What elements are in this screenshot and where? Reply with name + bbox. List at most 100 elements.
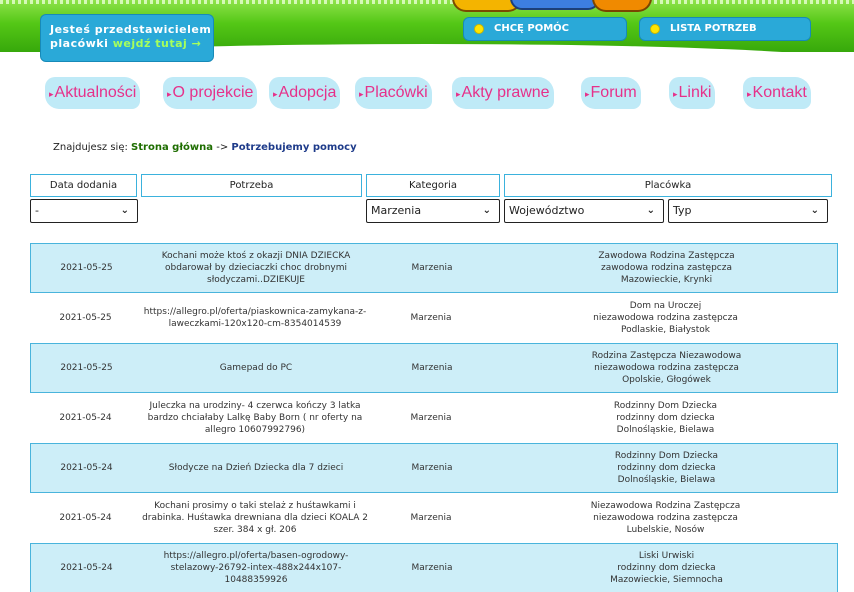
row-need: Kochani prosimy o taki stelaż z huśtawka… xyxy=(142,501,368,535)
want-to-help-label: CHCĘ POMÓC xyxy=(494,23,569,34)
row-facility[interactable]: Dom na Uroczej niezawodowa rodzina zastęp… xyxy=(493,293,838,343)
nav-label: Aktualności xyxy=(54,84,137,101)
row-facility[interactable]: Rodzinny Dom Dziecka rodzinny dom dziecka… xyxy=(493,393,838,443)
region-select-value: Województwo xyxy=(509,204,585,217)
rep-line1: Jesteś przedstawicielem xyxy=(50,23,212,36)
row-category: Marzenia xyxy=(411,563,453,573)
breadcrumb-prefix: Znajdujesz się: xyxy=(53,142,128,153)
row-category: Marzenia xyxy=(410,513,452,523)
facility-name: Niezawodowa Rodzina Zastępcza xyxy=(590,501,741,511)
rep-prefix: placówki xyxy=(50,37,109,50)
yellow-dot-icon xyxy=(474,24,484,34)
row-category: Marzenia xyxy=(410,413,452,423)
nav-label: Adopcja xyxy=(278,84,337,101)
breadcrumb-separator: -> xyxy=(216,142,229,153)
row-date: 2021-05-24 xyxy=(59,413,112,423)
table-row[interactable]: 2021-05-24 https://allegro.pl/oferta/bas… xyxy=(30,543,838,592)
facility-location: Opolskie, Głogówek xyxy=(622,375,711,385)
facility-name: Liski Urwiski xyxy=(638,551,695,561)
nav-item-kontakt[interactable]: ▸Kontakt xyxy=(743,73,811,113)
row-facility[interactable]: Zawodowa Rodzina Zastępcza zawodowa rodzi… xyxy=(494,244,839,292)
want-to-help-button[interactable]: CHCĘ POMÓC xyxy=(463,17,627,41)
row-date: 2021-05-24 xyxy=(59,513,112,523)
representative-login-box[interactable]: Jesteś przedstawicielem placówki wejdź t… xyxy=(40,14,214,62)
facility-location: Dolnośląskie, Bielawa xyxy=(617,475,716,485)
facility-type: niezawodowa rodzina zastępcza xyxy=(593,513,738,523)
needs-list-button[interactable]: LISTA POTRZEB xyxy=(639,17,811,41)
date-select[interactable]: - ⌄ xyxy=(30,199,138,223)
row-facility[interactable]: Rodzina Zastępcza Niezawodowa niezawodowa… xyxy=(494,344,839,392)
facility-name: Dom na Uroczej xyxy=(629,301,702,311)
type-select[interactable]: Typ ⌄ xyxy=(668,199,828,223)
facility-name: Zawodowa Rodzina Zastępcza xyxy=(598,251,735,261)
triangle-icon: ▸ xyxy=(456,89,461,99)
facility-location: Mazowieckie, Siemnocha xyxy=(610,575,723,585)
table-row[interactable]: 2021-05-24 Juleczka na urodziny- 4 czerw… xyxy=(30,393,838,443)
row-facility[interactable]: Niezawodowa Rodzina Zastępcza niezawodowa… xyxy=(493,493,838,543)
nav-label: Kontakt xyxy=(752,84,807,101)
facility-type: niezawodowa rodzina zastępcza xyxy=(593,313,738,323)
chevron-down-icon: ⌄ xyxy=(810,205,819,216)
breadcrumb-home-link[interactable]: Strona główna xyxy=(131,142,213,153)
chevron-down-icon: ⌄ xyxy=(646,205,655,216)
row-date: 2021-05-25 xyxy=(60,263,113,273)
mascot-part xyxy=(592,0,652,12)
table-row[interactable]: 2021-05-25 https://allegro.pl/oferta/pia… xyxy=(30,293,838,343)
date-select-value: - xyxy=(35,204,39,217)
table-row[interactable]: 2021-05-24 Kochani prosimy o taki stelaż… xyxy=(30,493,838,543)
facility-location: Podlaskie, Białystok xyxy=(620,325,710,335)
triangle-icon: ▸ xyxy=(585,89,590,99)
row-category: Marzenia xyxy=(410,313,452,323)
row-date: 2021-05-25 xyxy=(60,363,113,373)
row-date: 2021-05-24 xyxy=(60,563,113,573)
row-need: Słodycze na Dzień Dziecka dla 7 dzieci xyxy=(168,463,344,473)
triangle-icon: ▸ xyxy=(167,89,172,99)
triangle-icon: ▸ xyxy=(359,89,364,99)
mascot-part xyxy=(510,0,600,10)
chevron-down-icon: ⌄ xyxy=(482,205,491,216)
facility-name: Rodzinny Dom Dziecka xyxy=(614,451,719,461)
row-facility[interactable]: Liski Urwiski rodzinny dom dziecka Mazowie… xyxy=(494,544,839,592)
nav-item-aktualnosci[interactable]: ▸Aktualności xyxy=(45,73,141,113)
facility-name: Rodzinny Dom Dziecka xyxy=(613,401,718,411)
chevron-down-icon: ⌄ xyxy=(120,205,129,216)
nav-label: O projekcie xyxy=(172,84,254,101)
triangle-icon: ▸ xyxy=(673,89,678,99)
nav-item-adopcja[interactable]: ▸Adopcja xyxy=(269,73,341,113)
nav-label: Akty prawne xyxy=(461,84,550,101)
triangle-icon: ▸ xyxy=(747,89,752,99)
row-category: Marzenia xyxy=(411,363,453,373)
nav-item-placowki[interactable]: ▸Placówki xyxy=(355,73,432,113)
nav-item-akty-prawne[interactable]: ▸Akty prawne xyxy=(452,73,554,113)
row-need: Gamepad do PC xyxy=(219,363,293,373)
row-facility[interactable]: Rodzinny Dom Dziecka rodzinny dom dziecka… xyxy=(494,444,839,492)
arrow-right-icon: → xyxy=(191,37,202,50)
rep-line2: placówki wejdź tutaj → xyxy=(50,37,213,51)
nav-item-linki[interactable]: ▸Linki xyxy=(669,73,716,113)
nav-item-forum[interactable]: ▸Forum xyxy=(581,73,641,113)
row-date: 2021-05-25 xyxy=(59,313,112,323)
category-select-value: Marzenia xyxy=(371,204,422,217)
nav-label: Forum xyxy=(590,84,637,101)
header-category: Kategoria xyxy=(366,174,500,197)
table-row[interactable]: 2021-05-25 Kochani może ktoś z okazji DN… xyxy=(30,243,838,293)
table-row[interactable]: 2021-05-25 Gamepad do PC Marzenia Rodzin… xyxy=(30,343,838,393)
header-need: Potrzeba xyxy=(141,174,362,197)
facility-location: Mazowieckie, Krynki xyxy=(620,275,713,285)
row-need: Kochani może ktoś z okazji DNIA DZIECKA … xyxy=(161,251,351,285)
facility-location: Dolnośląskie, Bielawa xyxy=(616,425,715,435)
nav-item-o-projekcie[interactable]: ▸O projekcie xyxy=(163,73,258,113)
triangle-icon: ▸ xyxy=(49,89,54,99)
type-select-value: Typ xyxy=(673,204,692,217)
facility-type: rodzinny dom dziecka xyxy=(617,463,716,473)
facility-type: zawodowa rodzina zastępcza xyxy=(601,263,732,273)
header-mascot-illustration xyxy=(452,0,652,12)
category-select[interactable]: Marzenia ⌄ xyxy=(366,199,500,223)
row-need: https://allegro.pl/oferta/piaskownica-za… xyxy=(143,307,367,329)
region-select[interactable]: Województwo ⌄ xyxy=(504,199,664,223)
facility-location: Lubelskie, Nosów xyxy=(626,525,705,535)
rep-enter-link[interactable]: wejdź tutaj xyxy=(113,37,188,50)
table-row[interactable]: 2021-05-24 Słodycze na Dzień Dziecka dla… xyxy=(30,443,838,493)
facility-type: rodzinny dom dziecka xyxy=(616,413,715,423)
nav-label: Linki xyxy=(678,84,712,101)
